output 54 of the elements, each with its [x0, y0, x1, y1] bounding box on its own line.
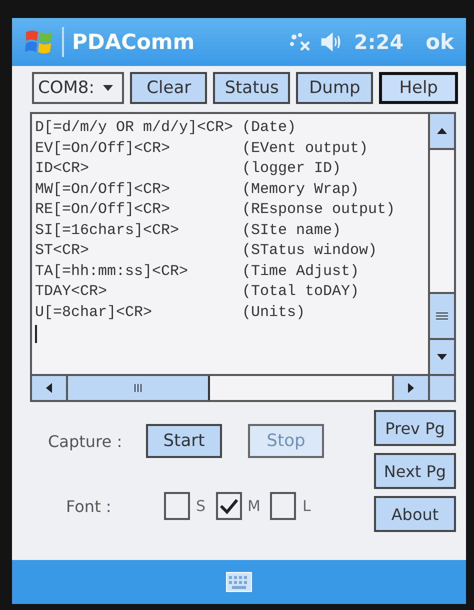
port-dropdown[interactable]: COM8:	[32, 72, 124, 104]
command-description: (STatus window)	[242, 242, 378, 259]
toolbar-button[interactable]: Status	[213, 72, 290, 104]
toolbar-button[interactable]: Clear	[130, 72, 208, 104]
command-text: ST<CR>	[35, 241, 90, 261]
capture-button[interactable]: Start	[146, 424, 222, 458]
command-text: SI[=16chars]<CR>	[35, 220, 180, 240]
capture-label: Capture :	[48, 432, 124, 450]
command-text: TDAY<CR>	[35, 282, 108, 302]
command-description: (logger ID)	[242, 160, 342, 177]
command-text: ID<CR>	[35, 159, 90, 179]
output-text-area[interactable]	[30, 112, 456, 402]
command-text: RE[=On/Off]<CR>	[35, 200, 172, 220]
command-description: (Time Adjust)	[242, 262, 360, 280]
scroll-thumb[interactable]	[430, 292, 454, 340]
command-description: (SIte name)	[242, 222, 342, 238]
page-button[interactable]: Next Pg	[374, 453, 456, 489]
scrollbar-corner	[430, 374, 454, 400]
scroll-up-button[interactable]	[430, 114, 454, 150]
scroll-thumb[interactable]	[68, 376, 210, 400]
command-description: (Date)	[242, 119, 296, 136]
command-description: (EVent output)	[242, 140, 368, 156]
command-text: EV[=On/Off]<CR>	[35, 138, 172, 158]
command-description: (Total toDAY)	[242, 283, 360, 300]
command-text: TA[=hh:mm:ss]<CR>	[35, 262, 190, 282]
scroll-down-button[interactable]	[430, 340, 454, 374]
toolbar-button[interactable]: Dump	[296, 72, 374, 104]
page-button[interactable]: About	[374, 496, 456, 532]
font-size-label: S	[196, 497, 206, 515]
font-size-checkbox[interactable]	[216, 492, 242, 520]
command-description: (Units)	[242, 304, 306, 320]
dropdown-arrow-icon	[102, 84, 114, 92]
app-title: PDAComm	[72, 30, 196, 54]
left-arrow-icon	[45, 383, 53, 393]
text-cursor	[35, 325, 37, 343]
font-size-label: M	[248, 497, 260, 515]
right-arrow-icon	[407, 383, 415, 393]
font-size-checkbox[interactable]	[164, 492, 190, 520]
command-text: U[=8char]<CR>	[35, 302, 154, 322]
command-description: (Memory Wrap)	[242, 180, 360, 198]
page-button[interactable]: Prev Pg	[374, 410, 456, 446]
font-label: Font :	[66, 496, 112, 516]
vertical-scrollbar[interactable]	[428, 114, 454, 400]
scroll-left-button[interactable]	[32, 376, 68, 400]
command-description: (REsponse output)	[242, 201, 396, 218]
command-text: D[=d/m/y OR m/d/y]<CR>	[35, 118, 234, 138]
toolbar-button[interactable]: Help	[379, 72, 458, 104]
command-text: MW[=On/Off]<CR>	[35, 180, 172, 200]
scroll-right-button[interactable]	[392, 376, 428, 400]
horizontal-scrollbar[interactable]	[32, 374, 428, 400]
down-arrow-icon	[437, 353, 447, 361]
font-size-label: L	[302, 497, 311, 515]
up-arrow-icon	[437, 127, 447, 135]
font-size-checkbox[interactable]	[270, 492, 296, 520]
